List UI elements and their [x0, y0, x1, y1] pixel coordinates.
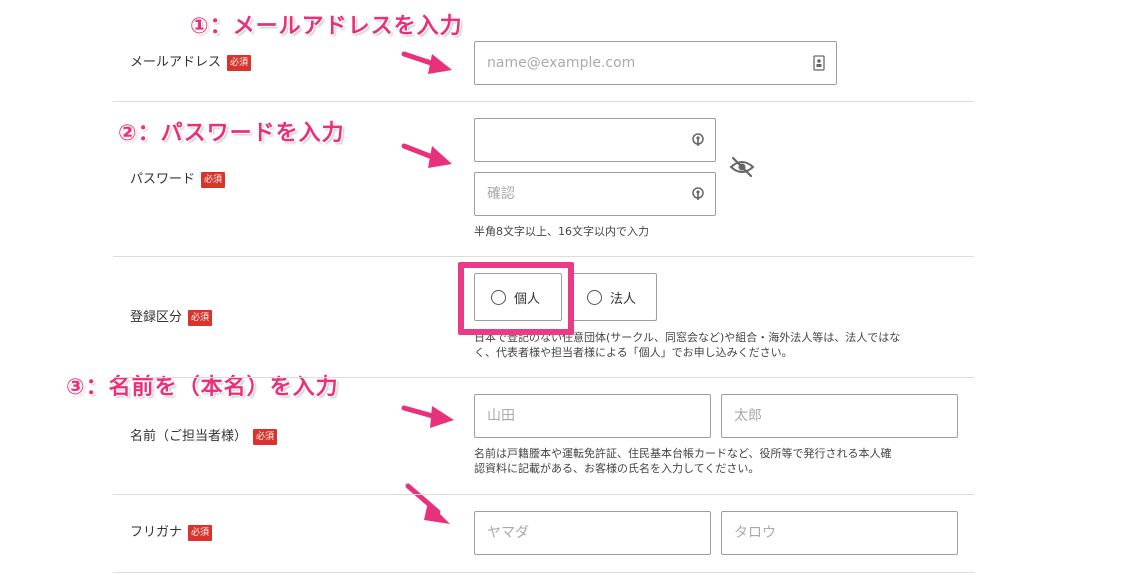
contact-card-icon: [813, 55, 825, 71]
password-note: 半角8文字以上、16文字以内で入力: [474, 225, 649, 238]
registration-type-label: 登録区分 必須: [130, 309, 213, 327]
required-badge: 必須: [201, 171, 226, 188]
radio-circle: [587, 289, 602, 305]
row-divider: [113, 572, 974, 573]
required-badge: 必須: [227, 54, 252, 71]
annotation-step2: ②：パスワードを入力: [118, 121, 345, 146]
radio-corporation-label: 法人: [610, 291, 637, 307]
password-input[interactable]: [487, 132, 703, 148]
note-line: 認資料に記載がある、お客様の氏名を入力してください。: [474, 462, 760, 475]
row-divider: [113, 377, 974, 378]
note-line: く、代表者様や担当者様による「個人」でお申し込みください。: [474, 346, 793, 359]
name-label-text: 名前（ご担当者様）: [130, 429, 248, 444]
email-label-text: メールアドレス: [130, 55, 222, 70]
registration-type-label-text: 登録区分: [130, 310, 183, 325]
first-name-field[interactable]: [721, 394, 958, 438]
arrow-right-icon: [401, 143, 452, 168]
arrow-right-icon: [401, 405, 454, 428]
name-label: 名前（ご担当者様） 必須: [130, 428, 278, 446]
row-divider: [113, 256, 974, 257]
furigana-label-text: フリガナ: [130, 525, 183, 540]
last-name-input[interactable]: [487, 408, 698, 424]
highlight-box: [458, 262, 574, 335]
row-divider: [113, 101, 974, 102]
key-icon: [692, 187, 704, 200]
required-badge: 必須: [188, 309, 213, 326]
annotation-step3: ③：名前を（本名）を入力: [66, 375, 339, 400]
email-label: メールアドレス 必須: [130, 54, 252, 72]
furigana-first-input[interactable]: [734, 525, 945, 541]
row-divider: [113, 494, 974, 495]
name-note: 名前は戸籍謄本や運転免許証、住民基本台帳カードなど、役所等で発行される本人確 認…: [474, 446, 891, 476]
furigana-last-input[interactable]: [487, 525, 698, 541]
required-badge: 必須: [253, 428, 278, 445]
password-label: パスワード 必須: [130, 171, 226, 189]
last-name-field[interactable]: [474, 394, 711, 438]
email-field[interactable]: [474, 41, 837, 85]
password-confirm-field[interactable]: [474, 172, 716, 216]
password-label-text: パスワード: [130, 172, 196, 187]
required-badge: 必須: [188, 524, 213, 541]
furigana-first-field[interactable]: [721, 511, 958, 555]
eye-slash-icon[interactable]: [729, 156, 755, 178]
first-name-input[interactable]: [734, 408, 945, 424]
arrow-right-icon: [405, 483, 450, 524]
password-confirm-input[interactable]: [487, 186, 703, 202]
furigana-last-field[interactable]: [474, 511, 711, 555]
radio-corporation[interactable]: 法人: [570, 273, 657, 321]
arrow-right-icon: [401, 51, 452, 74]
password-field[interactable]: [474, 118, 716, 162]
key-icon: [692, 133, 704, 146]
annotation-step1: ①：メールアドレスを入力: [190, 14, 463, 39]
furigana-label: フリガナ 必須: [130, 524, 213, 542]
email-input[interactable]: [487, 55, 824, 71]
note-line: 名前は戸籍謄本や運転免許証、住民基本台帳カードなど、役所等で発行される本人確: [474, 447, 892, 460]
